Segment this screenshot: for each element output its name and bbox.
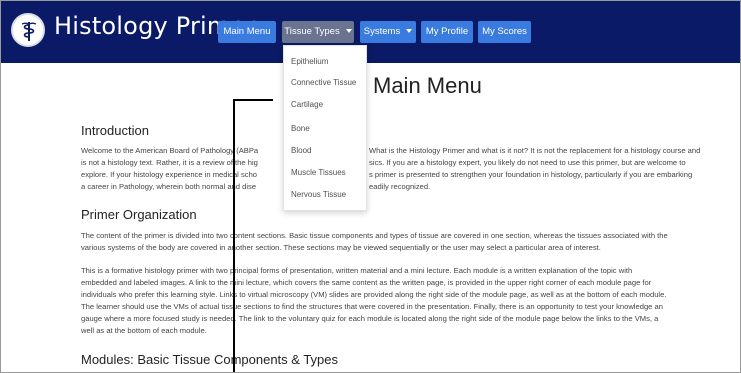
text-line: individuals who prefer this learning sty… <box>81 290 667 299</box>
systems-label: Systems <box>363 26 401 37</box>
tissue-types-menu-button[interactable]: Tissue Types <box>282 21 354 43</box>
main-menu-button[interactable]: Main Menu <box>218 21 276 43</box>
text-line: This is a formative histology primer wit… <box>81 266 633 275</box>
text-line: The learner should use the VMs of actual… <box>81 302 663 311</box>
dropdown-item-epithelium[interactable]: Epithelium <box>291 57 328 66</box>
text-line: What is the Histology Primer and what is… <box>369 146 701 155</box>
cursor-line-vertical <box>233 100 235 372</box>
top-navbar: Histology Primer Main Menu Tissue Types … <box>1 1 740 63</box>
text-line: gauge where a more focused study is need… <box>81 314 659 323</box>
dropdown-item-nervous-tissue[interactable]: Nervous Tissue <box>291 190 346 199</box>
dropdown-item-cartilage[interactable]: Cartilage <box>291 100 323 109</box>
app-window: Histology Primer Main Menu Tissue Types … <box>0 0 741 373</box>
intro-paragraph-left: Welcome to the American Board of Patholo… <box>81 145 258 193</box>
caret-down-icon <box>406 29 413 34</box>
page-title: Main Menu <box>373 73 482 98</box>
organization-paragraph-2: This is a formative histology primer wit… <box>81 265 666 337</box>
dropdown-item-muscle-tissues[interactable]: Muscle Tissues <box>291 168 346 177</box>
abpath-logo[interactable] <box>11 13 45 47</box>
cursor-line-horizontal <box>233 99 273 101</box>
my-profile-button[interactable]: My Profile <box>421 21 473 43</box>
text-line: Welcome to the American Board of Patholo… <box>81 146 259 155</box>
text-line: a career in Pathology, wherein both norm… <box>81 182 257 191</box>
text-line: is not a histology text. Rather, it is a… <box>81 158 258 167</box>
dropdown-item-connective-tissue[interactable]: Connective Tissue <box>291 78 356 87</box>
introduction-heading: Introduction <box>81 123 149 138</box>
caduceus-icon <box>21 22 37 41</box>
dropdown-item-blood[interactable]: Blood <box>291 146 311 155</box>
tissue-types-dropdown: Epithelium Connective Tissue Cartilage B… <box>283 45 367 211</box>
text-line: embedded and labeled images. A link to t… <box>81 278 652 287</box>
text-line: eadily recognized. <box>369 182 431 191</box>
text-line: s primer is presented to strengthen your… <box>369 170 693 179</box>
systems-menu-button[interactable]: Systems <box>360 21 416 43</box>
tissue-types-label: Tissue Types <box>284 26 340 37</box>
text-line: The content of the primer is divided int… <box>81 231 668 240</box>
caret-down-icon <box>345 29 352 34</box>
intro-paragraph-right: What is the Histology Primer and what is… <box>369 145 700 193</box>
text-line: well as at the bottom of each module. <box>81 326 207 335</box>
text-line: various systems of the body are covered … <box>81 243 601 252</box>
text-line: sics. If you are a histology expert, you… <box>369 158 686 167</box>
text-line: explore. If your histology experience in… <box>81 170 258 179</box>
dropdown-item-bone[interactable]: Bone <box>291 124 310 133</box>
modules-heading: Modules: Basic Tissue Components & Types <box>81 352 338 367</box>
my-scores-button[interactable]: My Scores <box>478 21 531 43</box>
primer-organization-heading: Primer Organization <box>81 207 197 222</box>
organization-paragraph-1: The content of the primer is divided int… <box>81 230 668 254</box>
